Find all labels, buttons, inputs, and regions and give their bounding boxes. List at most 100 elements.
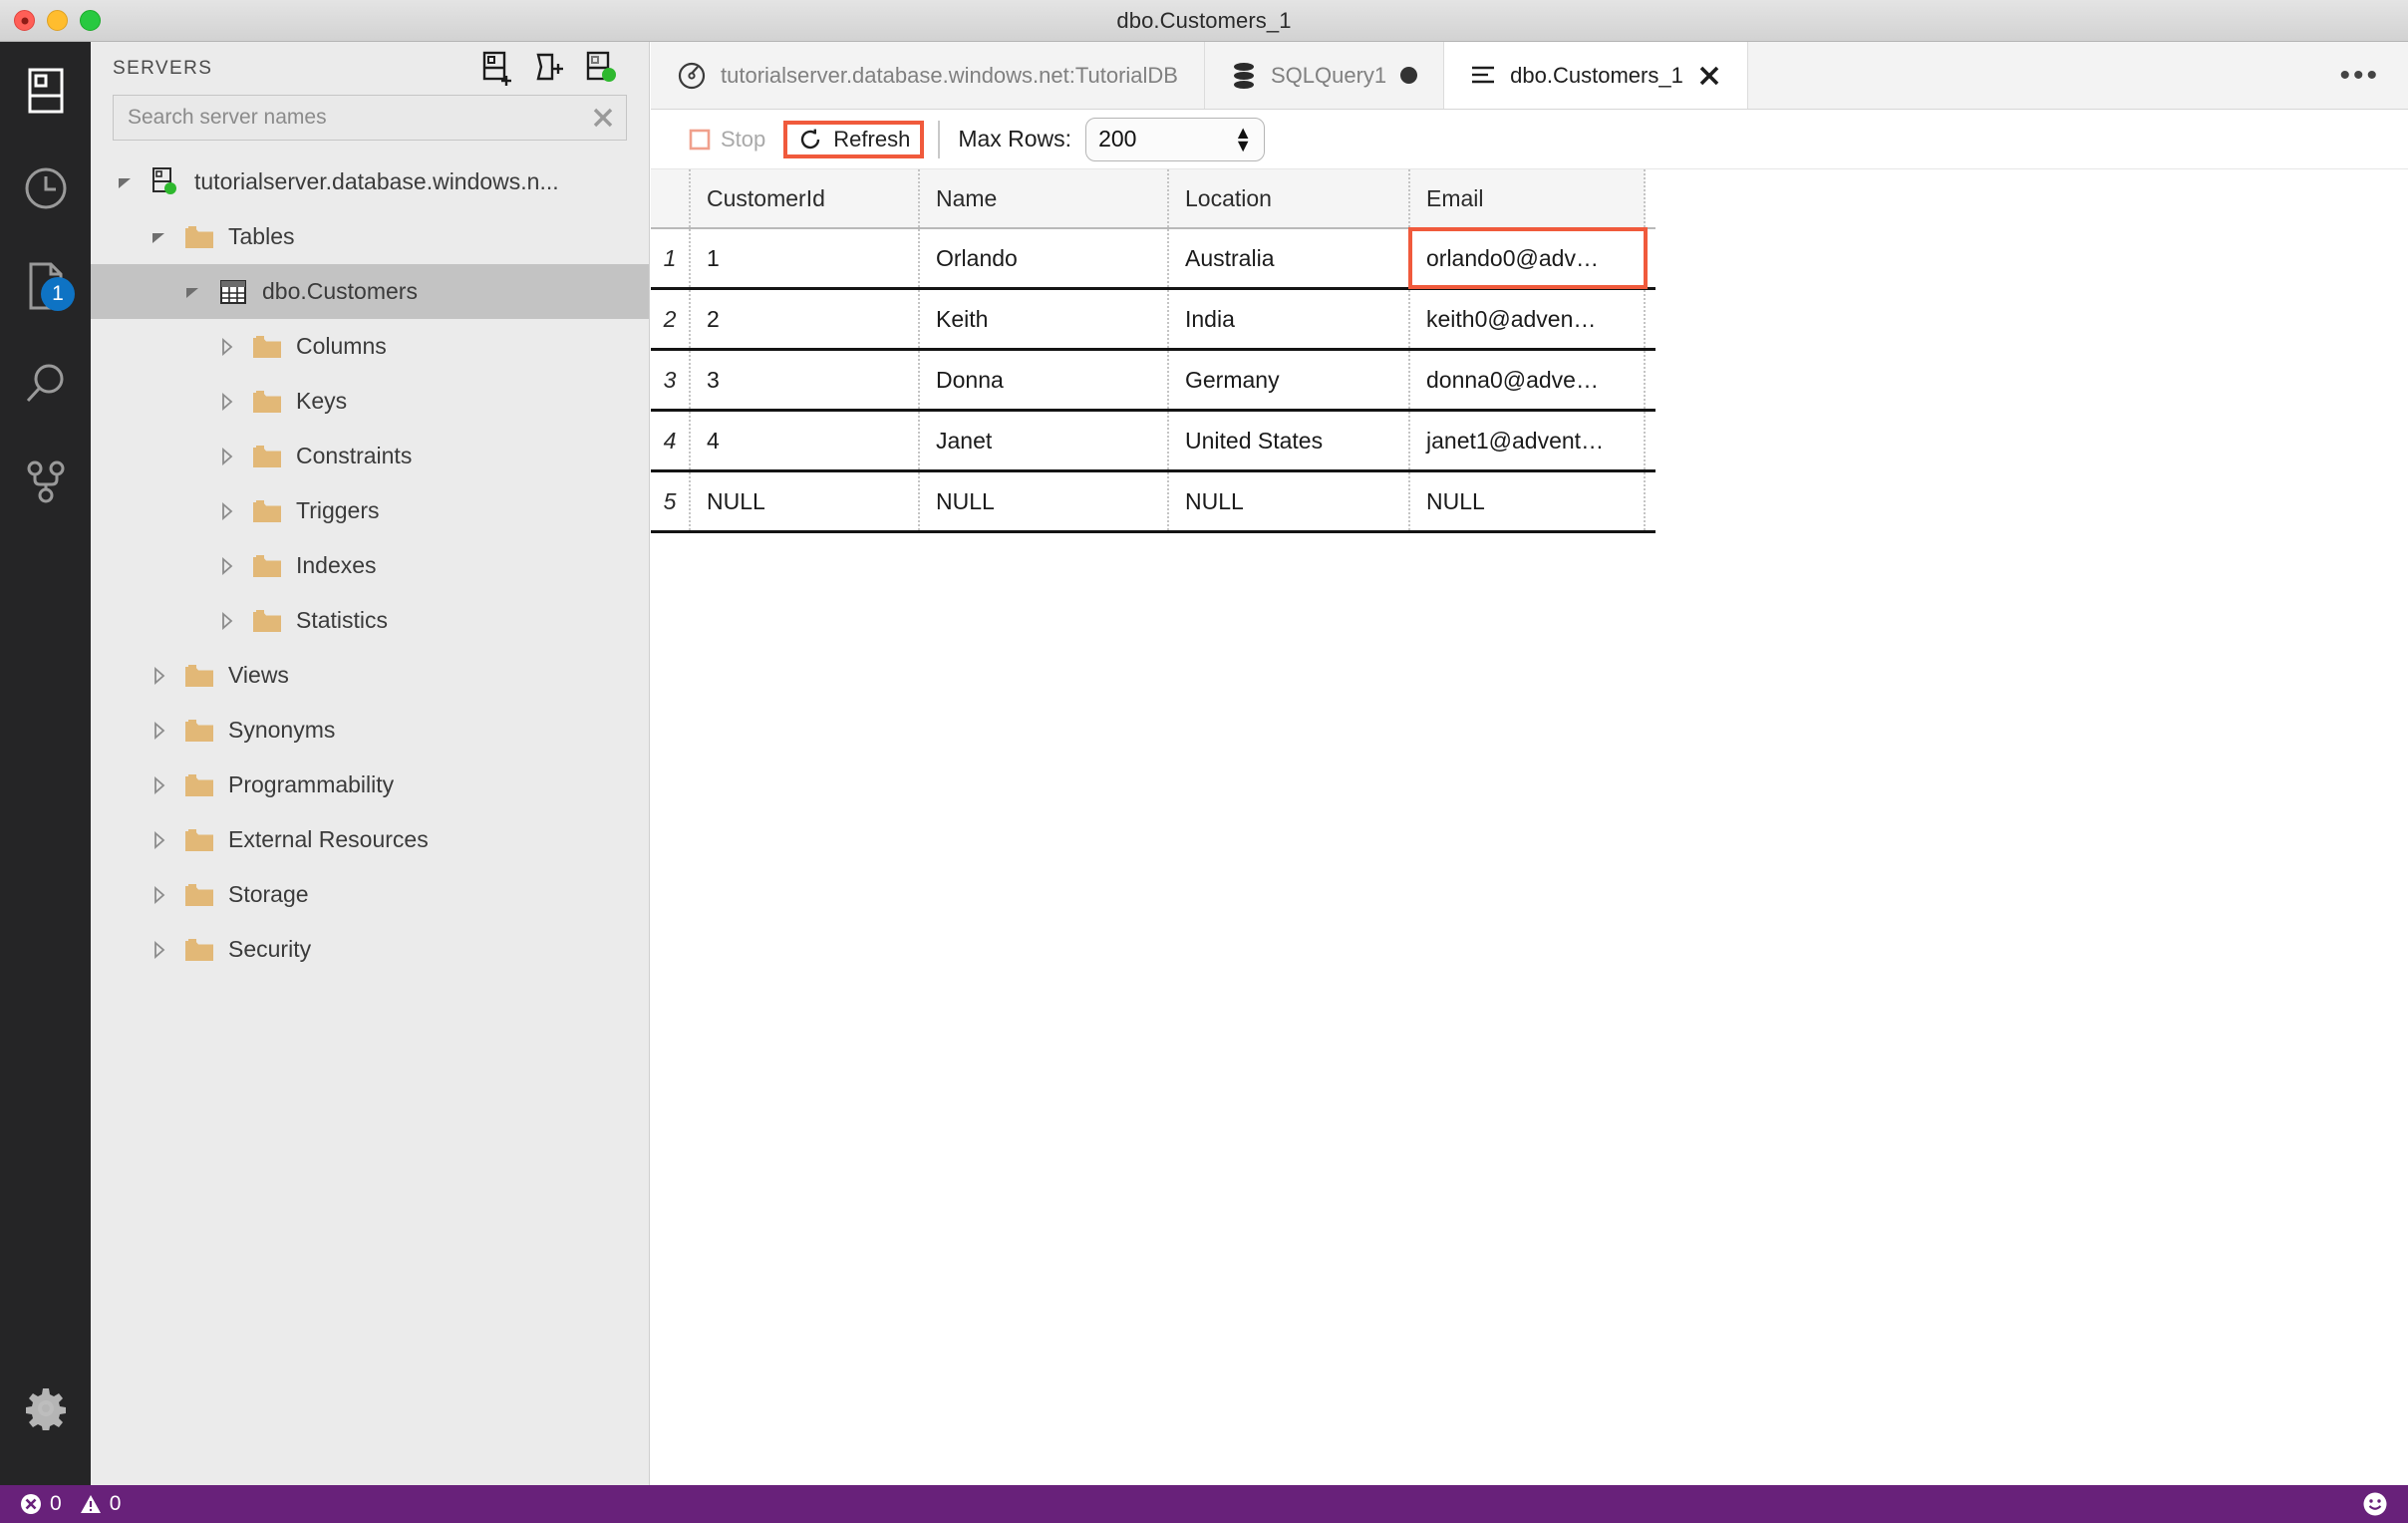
chevron-down-icon[interactable]: [147, 224, 172, 250]
chevron-right-icon[interactable]: [147, 937, 172, 963]
grid-column-header-customerid[interactable]: CustomerId: [691, 169, 920, 227]
grid-cell-customerid[interactable]: 4: [691, 412, 920, 469]
grid-cell-name[interactable]: Orlando: [920, 229, 1169, 287]
tree-item-tutorialserver-database-windows-n[interactable]: tutorialserver.database.windows.n...: [91, 154, 649, 209]
grid-cell-customerid[interactable]: 2: [691, 290, 920, 348]
grid-cell-customerid[interactable]: 3: [691, 351, 920, 409]
activity-item-tasks[interactable]: 1: [0, 237, 91, 335]
tab-sqlquery1[interactable]: SQLQuery1: [1204, 42, 1445, 109]
tree-item-indexes[interactable]: Indexes: [91, 538, 649, 593]
grid-row[interactable]: 1 1 Orlando Australia orlando0@adv…: [651, 229, 1656, 290]
grid-cell-email[interactable]: donna0@adve…: [1410, 351, 1646, 409]
grid-cell-name[interactable]: Keith: [920, 290, 1169, 348]
search-input[interactable]: [128, 106, 586, 130]
activity-item-source-control[interactable]: [0, 433, 91, 530]
chevron-right-icon[interactable]: [147, 882, 172, 908]
grid-column-header-location[interactable]: Location: [1169, 169, 1410, 227]
tree-item-external-resources[interactable]: External Resources: [91, 812, 649, 867]
grid-cell-name[interactable]: NULL: [920, 472, 1169, 530]
smiley-icon[interactable]: [2362, 1491, 2388, 1517]
grid-row[interactable]: 4 4 Janet United States janet1@advent…: [651, 412, 1656, 472]
tree-item-storage[interactable]: Storage: [91, 867, 649, 922]
grid-body: 1 1 Orlando Australia orlando0@adv… 2 2 Keith In…: [651, 229, 1656, 533]
sidebar-header: SERVERS: [91, 42, 649, 95]
grid-row-number[interactable]: 2: [651, 290, 691, 348]
tab-dashboard[interactable]: tutorialserver.database.windows.net:Tuto…: [651, 42, 1205, 109]
tree-item-label: Storage: [228, 881, 309, 907]
gear-icon: [24, 1386, 68, 1430]
chevron-down-icon[interactable]: [180, 279, 206, 305]
chevron-right-icon[interactable]: [147, 827, 172, 853]
grid-cell-email[interactable]: NULL: [1410, 472, 1646, 530]
tree-item-dbo-customers[interactable]: dbo.Customers: [91, 264, 649, 319]
tab-actions-more-icon[interactable]: •••: [2339, 60, 2380, 90]
tree-item-statistics[interactable]: Statistics: [91, 593, 649, 648]
activity-bar: 1: [0, 42, 91, 1485]
grid-cell-email[interactable]: janet1@advent…: [1410, 412, 1646, 469]
grid-row[interactable]: 2 2 Keith India keith0@adven…: [651, 290, 1656, 351]
unsaved-indicator-icon[interactable]: [1400, 67, 1418, 84]
tree-item-programmability[interactable]: Programmability: [91, 758, 649, 812]
activity-item-settings[interactable]: [0, 1360, 91, 1457]
search-box[interactable]: [113, 95, 627, 141]
chevron-right-icon[interactable]: [147, 663, 172, 689]
grid-cell-email[interactable]: orlando0@adv…: [1410, 229, 1646, 287]
grid-cell-location[interactable]: United States: [1169, 412, 1410, 469]
chevron-right-icon[interactable]: [214, 498, 240, 524]
chevron-right-icon[interactable]: [147, 772, 172, 798]
tree-item-synonyms[interactable]: Synonyms: [91, 703, 649, 758]
tab-dbo-customers-1[interactable]: dbo.Customers_1: [1444, 42, 1748, 109]
clear-search-icon[interactable]: [586, 101, 620, 135]
grid-cell-location[interactable]: NULL: [1169, 472, 1410, 530]
grid-row-number[interactable]: 5: [651, 472, 691, 530]
chevron-right-icon[interactable]: [214, 444, 240, 469]
close-tab-icon[interactable]: [1697, 64, 1721, 88]
chevron-right-icon[interactable]: [214, 334, 240, 360]
grid-row-number[interactable]: 3: [651, 351, 691, 409]
grid-cell-customerid[interactable]: NULL: [691, 472, 920, 530]
max-rows-value: 200: [1098, 126, 1137, 152]
grid-cell-name[interactable]: Janet: [920, 412, 1169, 469]
tree-item-security[interactable]: Security: [91, 922, 649, 977]
tree-item-columns[interactable]: Columns: [91, 319, 649, 374]
grid-row-number[interactable]: 1: [651, 229, 691, 287]
tree-item-views[interactable]: Views: [91, 648, 649, 703]
tree-item-triggers[interactable]: Triggers: [91, 483, 649, 538]
activity-item-history[interactable]: [0, 140, 91, 237]
max-rows-stepper[interactable]: 200 ▲ ▼: [1085, 117, 1266, 161]
grid-cell-name[interactable]: Donna: [920, 351, 1169, 409]
grid-cell-customerid[interactable]: 1: [691, 229, 920, 287]
chevron-right-icon[interactable]: [214, 608, 240, 634]
grid-cell-location[interactable]: Australia: [1169, 229, 1410, 287]
new-connection-icon[interactable]: [471, 49, 523, 89]
table-icon: [218, 277, 248, 307]
tree-item-tables[interactable]: Tables: [91, 209, 649, 264]
grid-row[interactable]: 3 3 Donna Germany donna0@adve…: [651, 351, 1656, 412]
chevron-right-icon[interactable]: [214, 389, 240, 415]
grid-row-number[interactable]: 4: [651, 412, 691, 469]
refresh-button[interactable]: Refresh: [783, 120, 925, 158]
folder-icon: [184, 825, 214, 855]
grid-column-header-name[interactable]: Name: [920, 169, 1169, 227]
chevron-down-icon[interactable]: [113, 169, 139, 195]
status-warnings[interactable]: 0: [80, 1492, 121, 1516]
tree-item-constraints[interactable]: Constraints: [91, 429, 649, 483]
tree-item-keys[interactable]: Keys: [91, 374, 649, 429]
new-server-group-icon[interactable]: [523, 49, 575, 89]
grid-cell-location[interactable]: Germany: [1169, 351, 1410, 409]
activity-item-servers[interactable]: [0, 42, 91, 140]
grid-cell-location[interactable]: India: [1169, 290, 1410, 348]
servers-icon: [26, 67, 66, 115]
status-errors[interactable]: 0: [20, 1492, 62, 1516]
server-tree: tutorialserver.database.windows.n... Tabl…: [91, 154, 649, 977]
stop-button[interactable]: Stop: [681, 123, 773, 156]
tree-item-label: Synonyms: [228, 717, 336, 743]
chevron-right-icon[interactable]: [214, 553, 240, 579]
active-connections-icon[interactable]: [575, 49, 627, 89]
grid-row[interactable]: 5 NULL NULL NULL NULL: [651, 472, 1656, 533]
grid-column-header-email[interactable]: Email: [1410, 169, 1646, 227]
grid-cell-email[interactable]: keith0@adven…: [1410, 290, 1646, 348]
chevron-right-icon[interactable]: [147, 718, 172, 744]
activity-item-search[interactable]: [0, 335, 91, 433]
stepper-arrows-icon[interactable]: ▲ ▼: [1234, 124, 1252, 153]
